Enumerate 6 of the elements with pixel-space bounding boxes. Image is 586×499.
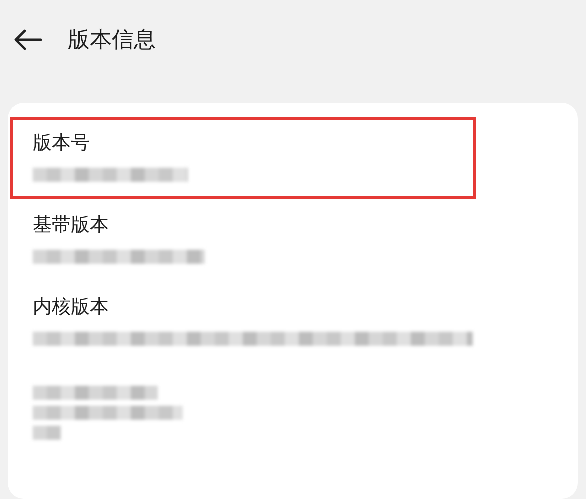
blurred-text xyxy=(33,426,61,440)
item-title: 内核版本 xyxy=(33,295,110,320)
item-title: 版本号 xyxy=(33,131,91,156)
back-icon[interactable] xyxy=(14,29,42,51)
item-title: 基带版本 xyxy=(33,213,110,238)
page-title: 版本信息 xyxy=(68,27,156,55)
